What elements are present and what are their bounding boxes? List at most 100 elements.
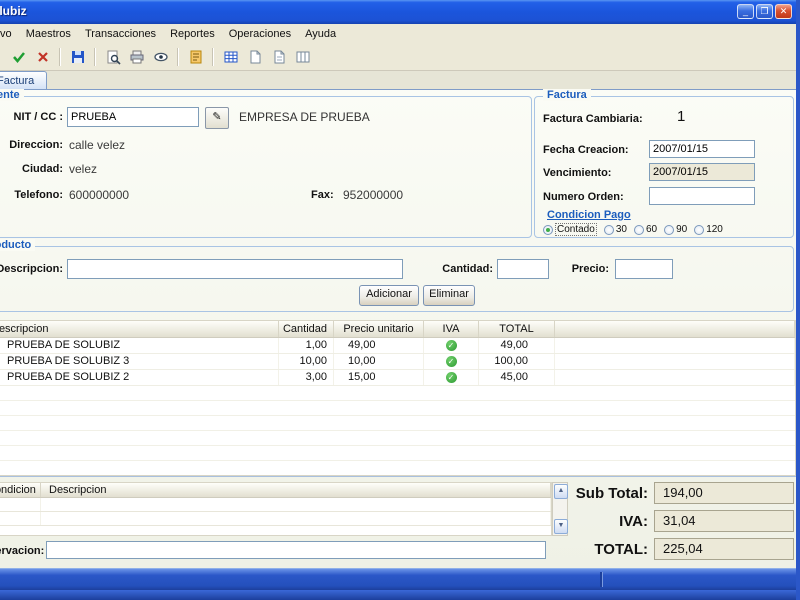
column-header-cantidad[interactable]: Cantidad <box>279 321 334 337</box>
quantity-label: Cantidad: <box>442 263 493 275</box>
content-area: Cliente NIT / CC : ✎ EMPRESA DE PRUEBA D… <box>0 89 796 568</box>
preview-icon[interactable] <box>102 47 123 68</box>
grid-icon[interactable] <box>220 47 241 68</box>
save-icon[interactable] <box>67 47 88 68</box>
table-row[interactable]: PRUEBA DE SOLUBIZ 2 3,00 15,00 ✓ 45,00 <box>0 370 795 386</box>
product-description-input[interactable] <box>67 259 403 279</box>
cancel-icon[interactable] <box>32 47 53 68</box>
row-filler <box>555 354 795 369</box>
radio-120[interactable]: 120 <box>694 224 723 235</box>
menu-item-transacciones[interactable]: Transacciones <box>78 26 163 42</box>
radio-icon <box>664 224 675 235</box>
section-divider <box>0 476 796 477</box>
confirm-icon[interactable] <box>8 47 29 68</box>
city-value: velez <box>69 162 98 176</box>
radio-contado[interactable]: Contado <box>543 223 597 236</box>
toolbar <box>0 44 800 71</box>
row-unit-price: 15,00 <box>334 370 424 385</box>
notes-icon[interactable] <box>185 47 206 68</box>
minimize-button[interactable]: _ <box>737 4 754 19</box>
conditions-table-header: Condicion Descripcion <box>0 483 551 498</box>
tab-factura[interactable]: Factura <box>0 71 48 91</box>
items-table-empty-area <box>0 386 795 465</box>
nit-input[interactable] <box>67 107 199 127</box>
address-label: Direccion: <box>9 139 63 151</box>
radio-icon <box>694 224 705 235</box>
document2-icon[interactable] <box>268 47 289 68</box>
row-total: 100,00 <box>479 354 555 369</box>
observation-label: Observacion: <box>0 545 45 557</box>
radio-icon <box>603 224 614 235</box>
product-group-caption: Producto <box>0 239 36 251</box>
row-description: PRUEBA DE SOLUBIZ 2 <box>0 370 279 385</box>
radio-icon <box>633 224 644 235</box>
radio-60[interactable]: 60 <box>633 224 657 235</box>
tab-strip: Factura <box>0 71 800 91</box>
iva-value: 31,04 <box>654 510 794 532</box>
title-bar: Solubiz _ ❐ ✕ <box>0 0 800 24</box>
column-header-iva[interactable]: IVA <box>424 321 479 337</box>
radio-selected-icon <box>543 224 553 235</box>
menu-item-archivo[interactable]: Archivo <box>0 26 19 42</box>
close-button[interactable]: ✕ <box>775 4 792 19</box>
delete-button[interactable]: Eliminar <box>423 285 475 306</box>
conditions-empty-row[interactable] <box>0 498 551 512</box>
menu-item-ayuda[interactable]: Ayuda <box>298 26 343 42</box>
product-group: Producto Descripcion: Cantidad: Precio: … <box>0 239 794 312</box>
row-quantity: 10,00 <box>279 354 334 369</box>
menu-item-operaciones[interactable]: Operaciones <box>222 26 298 42</box>
application-window: Solubiz _ ❐ ✕ Archivo Maestros Transacci… <box>0 0 800 600</box>
fax-value: 952000000 <box>343 188 404 202</box>
row-description: PRUEBA DE SOLUBIZ 3 <box>0 354 279 369</box>
column-header-descripcion[interactable]: Descripcion <box>41 483 551 497</box>
price-input[interactable] <box>615 259 673 279</box>
row-filler <box>555 338 795 353</box>
due-date-input[interactable] <box>649 163 755 181</box>
nit-label: NIT / CC : <box>13 111 64 123</box>
radio-30[interactable]: 30 <box>603 224 627 235</box>
creation-date-label: Fecha Creacion: <box>543 144 629 156</box>
row-total: 49,00 <box>479 338 555 353</box>
phone-value: 600000000 <box>69 188 130 202</box>
quantity-input[interactable] <box>497 259 549 279</box>
window-frame-bottom <box>0 590 800 600</box>
address-value: calle velez <box>69 138 126 152</box>
menu-item-reportes[interactable]: Reportes <box>163 26 222 42</box>
subtotal-value: 194,00 <box>654 482 794 504</box>
column-header-condicion[interactable]: Condicion <box>0 483 41 497</box>
table-row[interactable]: PRUEBA DE SOLUBIZ 1,00 49,00 ✓ 49,00 <box>0 338 795 354</box>
iva-check-icon: ✓ <box>424 338 479 353</box>
column-header-total[interactable]: TOTAL <box>479 321 555 337</box>
row-quantity: 3,00 <box>279 370 334 385</box>
toolbar-separator <box>177 48 179 66</box>
column-header-filler <box>555 321 795 337</box>
creation-date-input[interactable] <box>649 140 755 158</box>
row-filler <box>555 370 795 385</box>
columns-icon[interactable] <box>292 47 313 68</box>
table-row[interactable]: PRUEBA DE SOLUBIZ 3 10,00 10,00 ✓ 100,00 <box>0 354 795 370</box>
row-unit-price: 49,00 <box>334 338 424 353</box>
add-button[interactable]: Adicionar <box>359 285 419 306</box>
print-icon[interactable] <box>126 47 147 68</box>
radio-90[interactable]: 90 <box>664 224 687 235</box>
price-label: Precio: <box>571 263 609 275</box>
conditions-table: Condicion Descripcion <box>0 482 552 536</box>
payment-condition-caption: Condicion Pago <box>547 209 631 221</box>
client-search-icon[interactable]: ✎ <box>205 107 229 129</box>
row-quantity: 1,00 <box>279 338 334 353</box>
subtotal-label: Sub Total: <box>575 485 648 502</box>
conditions-empty-row[interactable] <box>0 512 551 526</box>
toolbar-separator <box>212 48 214 66</box>
menu-bar: Archivo Maestros Transacciones Reportes … <box>0 24 800 44</box>
order-number-input[interactable] <box>649 187 755 205</box>
maximize-button[interactable]: ❐ <box>756 4 773 19</box>
observation-input[interactable] <box>46 541 546 559</box>
menu-item-maestros[interactable]: Maestros <box>19 26 78 42</box>
cambiaria-label: Factura Cambiaria: <box>543 113 643 125</box>
product-description-label: Descripcion: <box>0 263 63 275</box>
view-icon[interactable] <box>150 47 171 68</box>
total-label: TOTAL: <box>594 541 648 558</box>
column-header-precio-unitario[interactable]: Precio unitario <box>334 321 424 337</box>
column-header-descripcion[interactable]: Descripcion <box>0 321 279 337</box>
document-icon[interactable] <box>244 47 265 68</box>
